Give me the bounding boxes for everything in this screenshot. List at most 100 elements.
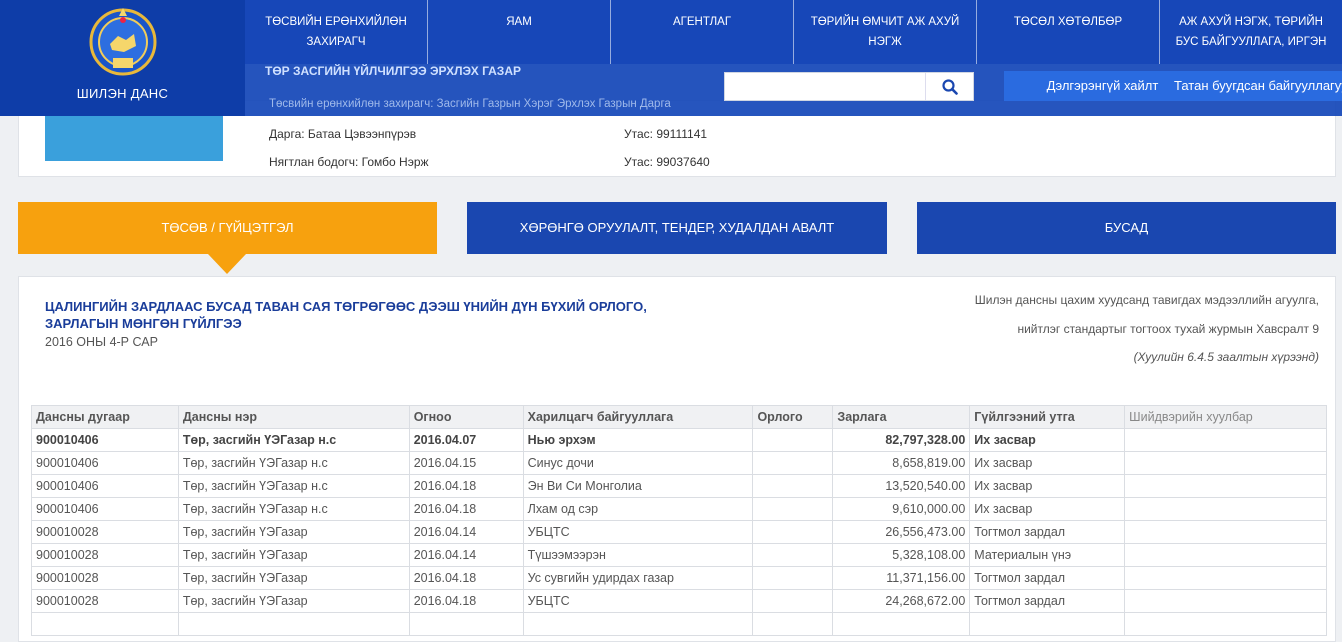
cell-account-number: 900010028 — [31, 566, 179, 590]
cell-decision-copy[interactable] — [1124, 520, 1327, 544]
table-row[interactable]: 900010028 Төр, засгийн ҮЭГазар 2016.04.1… — [31, 589, 1327, 613]
nav-item-project-program[interactable]: ТӨСӨЛ ХӨТӨЛБӨР — [977, 0, 1160, 64]
empty-cell — [832, 612, 971, 636]
cell-account-name: Төр, засгийн ҮЭГазар — [177, 566, 410, 590]
cell-decision-copy[interactable] — [1124, 543, 1327, 567]
cell-description: Тогтмол зардал — [969, 566, 1126, 590]
nav-item-state-owned-enterprise[interactable]: ТӨРИЙН ӨМЧИТ АЖ АХУЙ НЭГЖ — [794, 0, 977, 64]
cell-expense: 5,328,108.00 — [832, 543, 971, 567]
cell-income — [752, 497, 834, 521]
cell-date: 2016.04.18 — [408, 566, 524, 590]
cell-decision-copy[interactable] — [1124, 474, 1327, 498]
tab-other[interactable]: БУСАД — [917, 202, 1336, 254]
transactions-table: Дансны дугаар Дансны нэр Огноо Харилцагч… — [31, 405, 1327, 636]
search-input[interactable] — [725, 73, 925, 100]
cell-account-number: 900010406 — [31, 474, 179, 498]
site-logo[interactable]: ШИЛЭН ДАНС — [0, 0, 245, 116]
cell-decision-copy[interactable] — [1124, 497, 1327, 521]
cell-income — [752, 451, 834, 475]
cell-account-number: 900010028 — [31, 589, 179, 613]
nav-item-business-ngo-citizen[interactable]: АЖ АХУЙ НЭГЖ, ТӨРИЙН БУС БАЙГУУЛЛАГА, ИР… — [1160, 0, 1342, 64]
report-panel: ЦАЛИНГИЙН ЗАРДЛААС БУСАД ТАВАН САЯ ТӨГРӨ… — [18, 276, 1336, 642]
empty-cell — [31, 612, 179, 636]
table-row[interactable]: 900010028 Төр, засгийн ҮЭГазар 2016.04.1… — [31, 566, 1327, 590]
cell-account-number: 900010028 — [31, 543, 179, 567]
report-period: 2016 ОНЫ 4-Р САР — [45, 335, 158, 349]
nav-item-agency[interactable]: АГЕНТЛАГ — [611, 0, 794, 64]
director-name: Дарга: Батаа Цэвээнпүрэв — [269, 127, 417, 141]
cell-description: Тогтмол зардал — [969, 589, 1126, 613]
cell-decision-copy[interactable] — [1124, 589, 1327, 613]
cell-account-name: Төр, засгийн ҮЭГазар н.с — [177, 497, 410, 521]
table-row[interactable]: 900010028 Төр, засгийн ҮЭГазар 2016.04.1… — [31, 520, 1327, 544]
cell-date: 2016.04.07 — [408, 428, 524, 452]
organization-name: ТӨР ЗАСГИЙН ҮЙЛЧИЛГЭЭ ЭРХЛЭХ ГАЗАР — [265, 64, 521, 78]
state-emblem-icon — [88, 6, 158, 82]
cell-income — [752, 428, 834, 452]
cell-counterparty: Синус дочи — [522, 451, 754, 475]
cell-account-name: Төр, засгийн ҮЭГазар н.с — [177, 451, 410, 475]
column-header-description[interactable]: Гүйлгээний утга — [969, 405, 1126, 429]
logo-label: ШИЛЭН ДАНС — [76, 86, 169, 101]
cell-expense: 11,371,156.00 — [832, 566, 971, 590]
cell-decision-copy[interactable] — [1124, 451, 1327, 475]
cell-income — [752, 474, 834, 498]
tab-budget-performance[interactable]: ТӨСӨВ / ГҮЙЦЭТГЭЛ — [18, 202, 437, 274]
table-row[interactable]: 900010406 Төр, засгийн ҮЭГазар н.с 2016.… — [31, 497, 1327, 521]
tab-investment-tender-procurement[interactable]: ХӨРӨНГӨ ОРУУЛАЛТ, ТЕНДЕР, ХУДАЛДАН АВАЛТ — [467, 202, 887, 254]
empty-cell — [1124, 612, 1327, 636]
cell-date: 2016.04.15 — [408, 451, 524, 475]
table-header-row: Дансны дугаар Дансны нэр Огноо Харилцагч… — [31, 405, 1327, 429]
accountant-name: Нягтлан бодогч: Гомбо Нэрж — [269, 155, 429, 169]
cell-expense: 24,268,672.00 — [832, 589, 971, 613]
empty-cell — [408, 612, 524, 636]
column-header-decision-copy[interactable]: Шийдвэрийн хуулбар — [1124, 405, 1327, 429]
search-button[interactable] — [925, 73, 973, 100]
cell-counterparty: УБЦТС — [522, 589, 754, 613]
cell-description: Их засвар — [969, 428, 1126, 452]
cell-decision-copy[interactable] — [1124, 428, 1327, 452]
cell-account-name: Төр, засгийн ҮЭГазар — [177, 589, 410, 613]
table-row[interactable]: 900010406 Төр, засгийн ҮЭГазар н.с 2016.… — [31, 428, 1327, 452]
accountant-phone: Утас: 99037640 — [624, 155, 710, 169]
cell-account-number: 900010406 — [31, 428, 179, 452]
cell-description: Их засвар — [969, 451, 1126, 475]
nav-item-ministry[interactable]: ЯАМ — [428, 0, 611, 64]
empty-cell — [177, 612, 410, 636]
advanced-search-button[interactable]: Дэлгэрэнгүй хайлт — [1004, 71, 1201, 101]
empty-cell — [522, 612, 754, 636]
cell-expense: 9,610,000.00 — [832, 497, 971, 521]
cell-income — [752, 589, 834, 613]
cell-counterparty: Нью эрхэм — [522, 428, 754, 452]
cell-counterparty: Эн Ви Си Монголиа — [522, 474, 754, 498]
cell-account-number: 900010406 — [31, 497, 179, 521]
cell-decision-copy[interactable] — [1124, 566, 1327, 590]
table-row[interactable]: 900010406 Төр, засгийн ҮЭГазар н.с 2016.… — [31, 451, 1327, 475]
dissolved-organizations-button[interactable]: Татан буугдсан байгууллагууд — [1174, 71, 1342, 101]
column-header-counterparty[interactable]: Харилцагч байгууллага — [522, 405, 754, 429]
cell-description: Тогтмол зардал — [969, 520, 1126, 544]
column-header-account-name[interactable]: Дансны нэр — [177, 405, 410, 429]
search-bar: ТӨР ЗАСГИЙН ҮЙЛЧИЛГЭЭ ЭРХЛЭХ ГАЗАР Төсви… — [245, 64, 1342, 116]
table-row[interactable]: 900010028 Төр, засгийн ҮЭГазар 2016.04.1… — [31, 543, 1327, 567]
regulation-reference-line1: Шилэн дансны цахим хуудсанд тавигдах мэд… — [974, 293, 1319, 307]
cell-counterparty: Ус сувгийн удирдах газар — [522, 566, 754, 590]
column-header-date[interactable]: Огноо — [408, 405, 524, 429]
table-row[interactable]: 900010406 Төр, засгийн ҮЭГазар н.с 2016.… — [31, 474, 1327, 498]
column-header-income[interactable]: Орлого — [752, 405, 834, 429]
cell-income — [752, 566, 834, 590]
cell-counterparty: Түшээмээрэн — [522, 543, 754, 567]
cell-date: 2016.04.14 — [408, 543, 524, 567]
cell-account-name: Төр, засгийн ҮЭГазар н.с — [177, 428, 410, 452]
column-header-account-number[interactable]: Дансны дугаар — [31, 405, 179, 429]
nav-item-general-budget-manager[interactable]: ТӨСВИЙН ЕРӨНХИЙЛӨН ЗАХИРАГЧ — [245, 0, 428, 64]
cell-description: Материалын үнэ — [969, 543, 1126, 567]
organization-manager: Төсвийн ерөнхийлөн захирагч: Засгийн Газ… — [269, 98, 671, 110]
cell-date: 2016.04.18 — [408, 589, 524, 613]
column-header-expense[interactable]: Зарлага — [832, 405, 971, 429]
cell-account-number: 900010406 — [31, 451, 179, 475]
cell-description: Их засвар — [969, 497, 1126, 521]
cell-description: Их засвар — [969, 474, 1126, 498]
cell-expense: 82,797,328.00 — [832, 428, 971, 452]
cell-account-name: Төр, засгийн ҮЭГазар — [177, 520, 410, 544]
